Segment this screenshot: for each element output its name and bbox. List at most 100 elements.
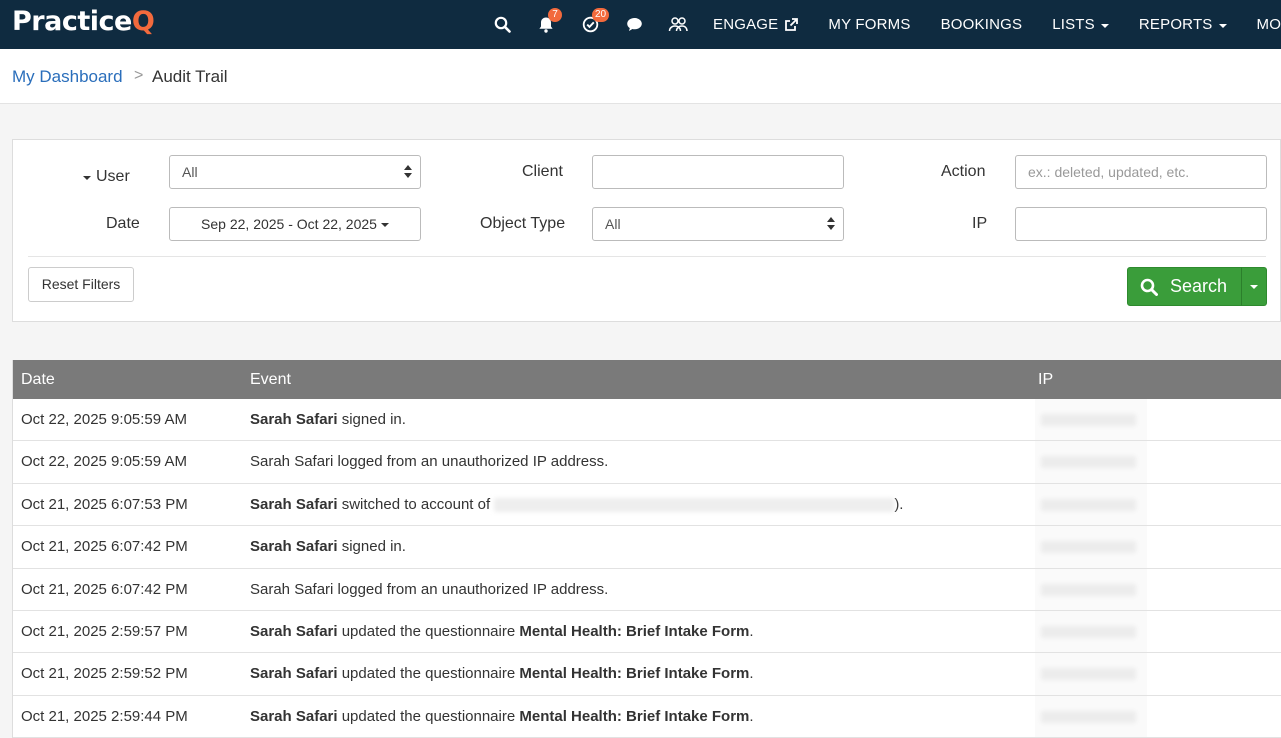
event-cell: Sarah Safari signed in. [250,411,406,428]
table-row: Oct 21, 2025 6:07:42 PM Sarah Safari sign… [13,526,1281,569]
event-cell: Sarah Safari signed in. [250,538,406,555]
table-row: Oct 22, 2025 9:05:59 AM Sarah Safari sign… [13,399,1281,442]
event-actor[interactable]: Sarah Safari [250,538,338,555]
column-header-ip[interactable]: IP [1038,371,1053,389]
redacted-ip [1041,456,1136,469]
date-cell: Oct 21, 2025 2:59:52 PM [21,665,188,683]
event-object[interactable]: Mental Health: Brief Intake Form [519,708,749,725]
event-cell: Sarah Safari updated the questionnaire M… [250,708,754,725]
event-text: updated the questionnaire [337,622,520,640]
object-type-filter-label: Object Type [480,215,566,232]
redacted-ip [1041,668,1136,681]
nav-links: ENGAGE MY FORMS BOOKINGS LISTS REPORTS M… [698,0,1281,49]
date-filter-label: Date [106,215,140,232]
user-filter-label: User [96,168,130,185]
event-actor[interactable]: Sarah Safari [250,665,338,682]
breadcrumb-dashboard-link[interactable]: My Dashboard [12,67,123,87]
event-tail: . [749,665,754,683]
bell-icon[interactable]: 7 [524,0,568,49]
check-circle-icon[interactable]: 20 [568,0,612,49]
redacted-ip [1041,541,1136,554]
date-cell: Oct 22, 2025 9:05:59 AM [21,453,187,471]
event-text: signed in. [337,538,406,556]
column-header-event[interactable]: Event [250,371,291,389]
event-tail: ). [894,495,904,513]
table-row: Oct 22, 2025 9:05:59 AM Sarah Safari logg… [13,441,1281,484]
table-row: Oct 21, 2025 2:59:52 PM Sarah Safari upda… [13,653,1281,696]
table-row: Oct 21, 2025 6:07:42 PM Sarah Safari logg… [13,568,1281,611]
nav-reports[interactable]: REPORTS [1124,0,1242,49]
chevron-down-icon [380,223,389,228]
event-actor[interactable]: Sarah Safari [250,623,338,640]
table-row: Oct 21, 2025 2:59:57 PM Sarah Safari upda… [13,610,1281,654]
date-cell: Oct 21, 2025 2:59:44 PM [21,707,188,725]
event-cell: Sarah Safari switched to account of ). [250,496,903,513]
search-options-dropdown[interactable] [1241,267,1267,306]
nav-bookings[interactable]: BOOKINGS [926,0,1038,49]
redacted-ip [1041,583,1136,596]
chevron-down-icon [1218,23,1227,28]
date-cell: Oct 21, 2025 6:07:42 PM [21,580,188,598]
people-icon[interactable] [656,0,700,49]
search-icon[interactable] [480,0,524,49]
date-cell: Oct 22, 2025 9:05:59 AM [21,411,187,428]
nav-my-forms[interactable]: MY FORMS [813,0,925,49]
nav-engage-label: ENGAGE [713,16,779,33]
user-select[interactable]: All [169,155,421,189]
logo[interactable]: PracticeQ [12,6,155,37]
date-range-picker[interactable]: Sep 22, 2025 - Oct 22, 2025 [169,207,421,241]
redacted-account [494,497,895,512]
search-button-label: Search [1170,276,1228,296]
event-text: signed in. [337,411,406,428]
event-object[interactable]: Mental Health: Brief Intake Form [519,665,749,682]
redacted-ip [1041,710,1136,723]
object-type-select-value: All [605,216,621,232]
reset-filters-button[interactable]: Reset Filters [28,267,134,302]
client-input[interactable] [592,155,844,189]
table-header: Date Event IP [13,360,1281,399]
event-cell: Sarah Safari updated the questionnaire M… [250,623,754,640]
breadcrumb: My Dashboard > Audit Trail [0,49,1281,104]
date-cell: Oct 21, 2025 6:07:53 PM [21,495,188,513]
event-actor[interactable]: Sarah Safari [250,708,338,725]
event-tail: . [749,707,754,725]
event-text: updated the questionnaire [337,665,520,683]
search-button[interactable]: Search [1127,267,1242,306]
event-actor[interactable]: Sarah Safari [250,411,338,428]
ip-input[interactable] [1015,207,1267,241]
select-arrows-icon [404,165,412,178]
nav-more[interactable]: MORE [1242,0,1281,49]
audit-table: Date Event IP Oct 22, 2025 9:05:59 AM Sar… [12,360,1281,738]
client-filter-label: Client [522,163,563,180]
column-header-date[interactable]: Date [21,371,55,389]
logo-text: Practice [12,6,132,37]
nav-lists[interactable]: LISTS [1037,0,1124,49]
user-select-value: All [182,164,198,180]
event-text: switched to account of [337,495,495,513]
notifications-badge: 7 [548,8,562,22]
event-actor[interactable]: Sarah Safari [250,496,338,513]
object-type-select[interactable]: All [592,207,844,241]
event-object[interactable]: Mental Health: Brief Intake Form [519,623,749,640]
logo-accent: Q [131,6,155,37]
nav-icons: 7 20 [480,0,700,49]
date-cell: Oct 21, 2025 6:07:42 PM [21,538,188,556]
event-text: updated the questionnaire [337,707,520,725]
event-text: logged from an unauthorized IP address. [333,580,609,598]
date-range-value: Sep 22, 2025 - Oct 22, 2025 [201,216,377,232]
ip-filter-label: IP [972,215,988,232]
nav-engage[interactable]: ENGAGE [698,0,813,49]
redacted-ip [1041,625,1136,638]
nav-lists-label: LISTS [1052,16,1095,33]
event-actor: Sarah Safari [250,453,334,471]
nav-reports-label: REPORTS [1138,16,1213,33]
page-title: Audit Trail [152,67,228,86]
action-filter-label: Action [941,163,986,180]
chat-icon[interactable] [612,0,656,49]
filter-divider [28,256,1266,257]
table-row: Oct 21, 2025 6:07:53 PM Sarah Safari swit… [13,483,1281,527]
user-toggle-caret-icon[interactable] [83,176,91,180]
chevron-down-icon [1100,23,1109,28]
event-text: logged from an unauthorized IP address. [333,453,609,471]
action-input[interactable] [1015,155,1267,189]
